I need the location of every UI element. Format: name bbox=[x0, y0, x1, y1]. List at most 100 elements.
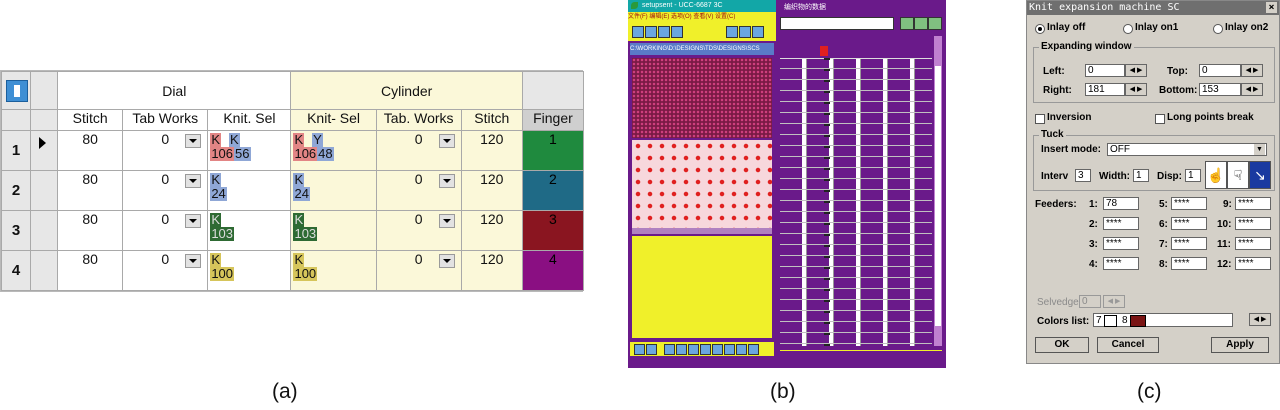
col-tab-works-dial[interactable]: Tab Works bbox=[122, 109, 209, 131]
right-tool[interactable] bbox=[900, 17, 914, 30]
right-tool[interactable] bbox=[928, 17, 942, 30]
right-spinner[interactable]: ◀ ▶ bbox=[1125, 83, 1147, 96]
table-row[interactable]: 3 80 0 K 103 K 103 0 120 3 bbox=[0, 210, 585, 251]
tuck-hand-icon[interactable]: ☟ bbox=[1227, 161, 1249, 189]
finger-cell[interactable]: 1 bbox=[521, 130, 585, 171]
left-spinner[interactable]: ◀ ▶ bbox=[1125, 64, 1147, 77]
tab-works-cyl-cell[interactable]: 0 bbox=[375, 210, 462, 251]
dropdown-arrow-icon[interactable] bbox=[185, 254, 202, 268]
dropdown-arrow-icon[interactable] bbox=[438, 134, 455, 148]
toolbar-button[interactable] bbox=[739, 26, 751, 38]
dropdown-arrow-icon[interactable] bbox=[185, 214, 202, 228]
tool-icon[interactable] bbox=[646, 344, 657, 355]
right-input[interactable]: 181 bbox=[1085, 83, 1125, 96]
ok-button[interactable]: OK bbox=[1035, 337, 1089, 353]
toolbar-button[interactable] bbox=[632, 26, 644, 38]
disp-input[interactable]: 1 bbox=[1185, 169, 1201, 182]
right-input[interactable] bbox=[780, 17, 894, 30]
knit-sel-dial-cell[interactable]: KK 106 56 bbox=[207, 130, 292, 171]
table-row[interactable]: 4 80 0 K 100 K 100 0 120 4 bbox=[0, 250, 585, 291]
tab-works-dial-cell[interactable]: 0 bbox=[122, 210, 209, 251]
feeder-input[interactable]: **** bbox=[1103, 217, 1139, 230]
knit-sel-cyl-cell[interactable]: K 100 bbox=[290, 250, 377, 291]
feeder-input[interactable]: **** bbox=[1235, 257, 1271, 270]
tab-works-dial-cell[interactable]: 0 bbox=[122, 250, 209, 291]
pattern-area-check[interactable] bbox=[632, 58, 772, 138]
feeder-input[interactable]: **** bbox=[1103, 237, 1139, 250]
feeder-input[interactable]: **** bbox=[1235, 197, 1271, 210]
close-icon[interactable]: × bbox=[1266, 2, 1277, 13]
right-scrollbar[interactable] bbox=[934, 36, 942, 346]
stitch-dial-cell[interactable]: 80 bbox=[57, 130, 124, 171]
knit-sel-dial-cell[interactable]: K 100 bbox=[207, 250, 292, 291]
tool-icon[interactable] bbox=[700, 344, 711, 355]
stitch-cyl-cell[interactable]: 120 bbox=[460, 250, 523, 291]
inlay-off-radio[interactable] bbox=[1035, 24, 1045, 34]
color-swatch-red[interactable] bbox=[1130, 315, 1146, 327]
feeder-input[interactable]: **** bbox=[1171, 237, 1207, 250]
col-knit-sel-dial[interactable]: Knit. Sel bbox=[207, 109, 292, 131]
inversion-checkbox[interactable] bbox=[1035, 114, 1045, 124]
chevron-down-icon[interactable]: ▼ bbox=[1254, 144, 1265, 155]
selvedge-input[interactable]: 0 bbox=[1079, 295, 1101, 308]
dropdown-arrow-icon[interactable] bbox=[185, 174, 202, 188]
tab-works-cyl-cell[interactable]: 0 bbox=[375, 250, 462, 291]
toolbar-button[interactable] bbox=[671, 26, 683, 38]
feeder-input[interactable]: **** bbox=[1171, 217, 1207, 230]
tool-icon[interactable] bbox=[736, 344, 747, 355]
left-input[interactable]: 0 bbox=[1085, 64, 1125, 77]
tool-icon[interactable] bbox=[724, 344, 735, 355]
top-spinner[interactable]: ◀ ▶ bbox=[1241, 64, 1263, 77]
tab-works-cyl-cell[interactable]: 0 bbox=[375, 170, 462, 211]
table-settings-icon[interactable] bbox=[6, 80, 28, 102]
stitch-cyl-cell[interactable]: 120 bbox=[460, 130, 523, 171]
tab-works-dial-cell[interactable]: 0 bbox=[122, 170, 209, 211]
table-row[interactable]: 2 80 0 K 24 K 24 0 120 2 bbox=[0, 170, 585, 211]
inlay-on1-radio[interactable] bbox=[1123, 24, 1133, 34]
colors-list-spinner[interactable]: ◀ ▶ bbox=[1249, 313, 1271, 326]
tool-icon[interactable] bbox=[688, 344, 699, 355]
knit-sel-cyl-cell[interactable]: KY 106 48 bbox=[290, 130, 377, 171]
width-input[interactable]: 1 bbox=[1133, 169, 1149, 182]
table-row[interactable]: 1 80 0 KK 106 56 KY 106 48 0 120 1 bbox=[0, 130, 585, 171]
dropdown-arrow-icon[interactable] bbox=[438, 254, 455, 268]
stitch-cyl-cell[interactable]: 120 bbox=[460, 170, 523, 211]
toolbar-button[interactable] bbox=[645, 26, 657, 38]
finger-cell[interactable]: 3 bbox=[521, 210, 585, 251]
dropdown-arrow-icon[interactable] bbox=[185, 134, 202, 148]
feeder-input[interactable]: **** bbox=[1103, 257, 1139, 270]
feeder-input[interactable]: **** bbox=[1171, 197, 1207, 210]
stitch-dial-cell[interactable]: 80 bbox=[57, 210, 124, 251]
pattern-area-dots[interactable] bbox=[632, 140, 772, 228]
dropdown-arrow-icon[interactable] bbox=[438, 174, 455, 188]
tab-works-cyl-cell[interactable]: 0 bbox=[375, 130, 462, 171]
tool-icon[interactable] bbox=[748, 344, 759, 355]
menu-bar[interactable]: 文件(F) 编辑(E) 选项(O) 查看(V) 设置(C) bbox=[628, 12, 776, 23]
data-grid[interactable] bbox=[780, 36, 932, 346]
finger-cell[interactable]: 2 bbox=[521, 170, 585, 211]
empty-canvas[interactable] bbox=[632, 236, 772, 338]
inlay-on2-radio[interactable] bbox=[1213, 24, 1223, 34]
tool-icon[interactable] bbox=[634, 344, 645, 355]
feeder-input[interactable]: **** bbox=[1235, 217, 1271, 230]
tool-icon[interactable] bbox=[676, 344, 687, 355]
tab-works-dial-cell[interactable]: 0 bbox=[122, 130, 209, 171]
bottom-input[interactable]: 153 bbox=[1199, 83, 1241, 96]
tool-icon[interactable] bbox=[664, 344, 675, 355]
toolbar-button[interactable] bbox=[658, 26, 670, 38]
knit-sel-dial-cell[interactable]: K 24 bbox=[207, 170, 292, 211]
table-corner[interactable] bbox=[0, 71, 32, 110]
cancel-button[interactable]: Cancel bbox=[1097, 337, 1159, 353]
top-input[interactable]: 0 bbox=[1199, 64, 1241, 77]
selvedge-spinner[interactable]: ◀ ▶ bbox=[1103, 295, 1125, 308]
feeder-input[interactable]: **** bbox=[1235, 237, 1271, 250]
tuck-pointer-icon[interactable]: ☝ bbox=[1205, 161, 1227, 189]
knit-sel-cyl-cell[interactable]: K 103 bbox=[290, 210, 377, 251]
color-swatch-white[interactable] bbox=[1104, 315, 1117, 327]
col-tab-works-cyl[interactable]: Tab. Works bbox=[375, 109, 462, 131]
right-tool[interactable] bbox=[914, 17, 928, 30]
insert-mode-select[interactable]: OFF ▼ bbox=[1107, 143, 1267, 156]
stitch-dial-cell[interactable]: 80 bbox=[57, 250, 124, 291]
col-stitch-dial[interactable]: Stitch bbox=[57, 109, 124, 131]
colors-list-field[interactable]: 7 8 bbox=[1093, 313, 1233, 327]
